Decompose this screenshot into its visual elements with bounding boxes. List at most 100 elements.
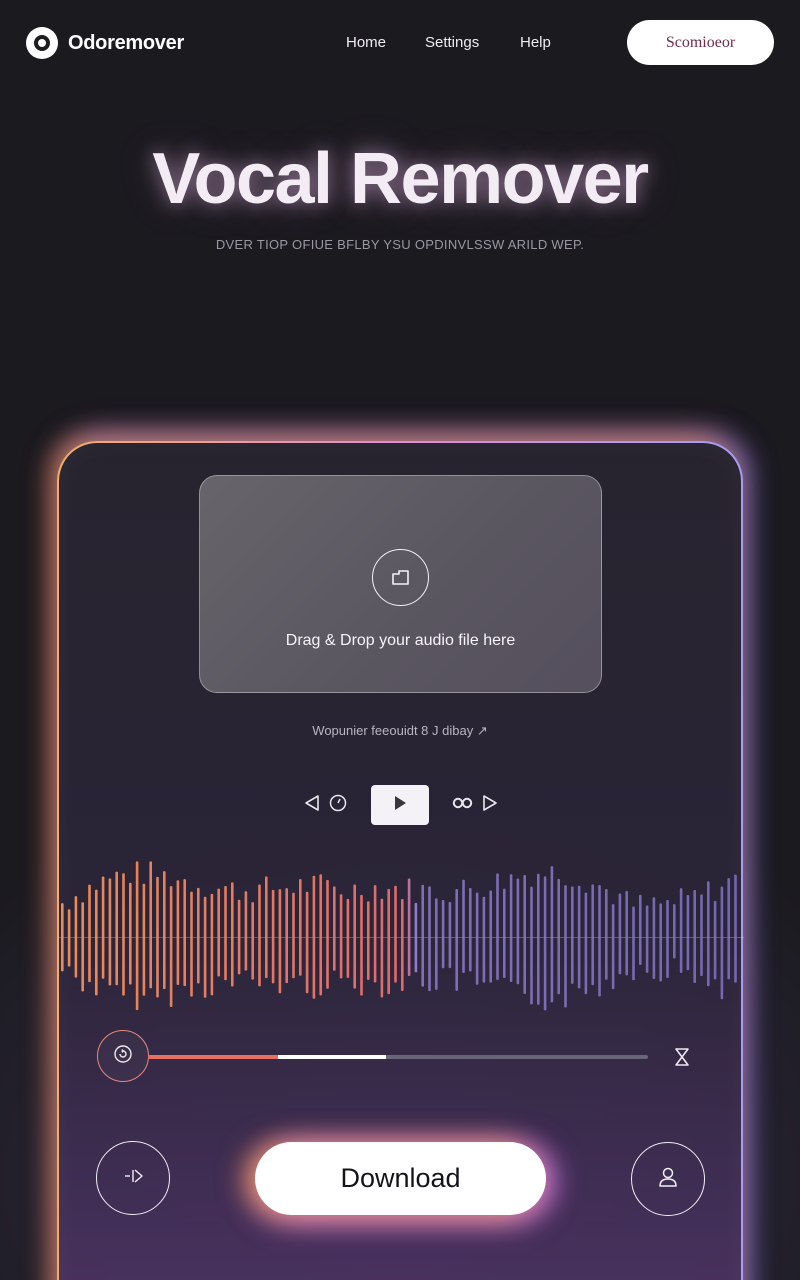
- waveform-bar: [231, 882, 234, 987]
- user-icon: [657, 1165, 679, 1194]
- reset-icon: [113, 1044, 133, 1069]
- waveform-bar: [387, 888, 390, 995]
- waveform-bar: [598, 885, 601, 997]
- waveform-bar: [401, 898, 404, 991]
- split-audio-icon: [122, 1167, 144, 1190]
- waveform-bar: [197, 887, 200, 984]
- waveform-bar: [707, 881, 710, 987]
- waveform-bar: [523, 875, 526, 994]
- waveform-bar: [496, 873, 499, 980]
- rewind-icon[interactable]: [302, 793, 322, 813]
- waveform-bar: [686, 894, 690, 971]
- waveform-bar: [734, 874, 737, 983]
- waveform-bar: [367, 901, 370, 980]
- progress-buffered: [278, 1055, 386, 1059]
- brand-name: Odoremover: [68, 31, 184, 54]
- nav-link-home[interactable]: Home: [346, 34, 386, 51]
- waveform-bar: [713, 900, 717, 980]
- waveform-bar: [210, 893, 214, 996]
- page-subtitle: DVER TIOP OFIUE BFLBY YSU OPDINVLSSW ARI…: [215, 237, 585, 252]
- loop-icon[interactable]: [452, 793, 474, 813]
- folder-icon[interactable]: [372, 549, 429, 606]
- waveform-bar: [693, 890, 696, 984]
- waveform-bar: [122, 873, 125, 996]
- nav-link-help[interactable]: Help: [520, 34, 551, 51]
- waveform-bar: [645, 905, 649, 973]
- waveform-bar: [462, 879, 465, 973]
- waveform-bar: [537, 873, 540, 1005]
- waveform-bar: [441, 899, 445, 969]
- waveform-bar: [659, 903, 662, 982]
- timer-icon[interactable]: [328, 793, 348, 813]
- waveform-bar: [618, 893, 622, 975]
- play-button[interactable]: [371, 785, 429, 825]
- waveform-bar: [360, 894, 363, 996]
- split-audio-button[interactable]: [96, 1141, 170, 1215]
- forward-icon[interactable]: [480, 793, 500, 813]
- waveform-bar: [163, 871, 166, 990]
- waveform-bar: [142, 883, 146, 996]
- waveform-bar: [380, 898, 384, 998]
- audio-waveform[interactable]: [58, 855, 744, 1025]
- waveform-bar: [74, 896, 78, 978]
- waveform-bar: [503, 888, 506, 979]
- waveform-bar: [720, 886, 724, 1000]
- waveform-bar: [312, 875, 316, 999]
- waveform-bar: [394, 885, 397, 983]
- waveform-bar: [373, 885, 377, 983]
- nav-cta-button[interactable]: Scomioeor: [627, 20, 774, 65]
- waveform-bar: [564, 885, 567, 1008]
- waveform-bar: [95, 889, 98, 996]
- waveform-bar: [217, 888, 220, 977]
- waveform-bar: [652, 897, 656, 979]
- waveform-bar: [115, 871, 118, 986]
- waveform-bar: [550, 866, 554, 1003]
- waveform-bar: [183, 879, 186, 987]
- waveform-bar: [169, 886, 173, 1008]
- waveform-bar: [346, 898, 350, 978]
- waveform-bar: [67, 909, 71, 967]
- waveform-bar: [203, 896, 207, 998]
- account-button[interactable]: [631, 1142, 705, 1216]
- waveform-bar: [666, 900, 669, 978]
- waveform-bar: [584, 892, 588, 995]
- waveform-bar: [407, 878, 411, 976]
- waveform-bar: [326, 879, 329, 989]
- brand[interactable]: Odoremover: [26, 27, 184, 59]
- waveform-bar: [571, 886, 574, 984]
- waveform-bar: [176, 880, 180, 985]
- waveform-bar: [149, 861, 152, 989]
- waveform-bar: [700, 894, 703, 977]
- waveform-bar: [285, 888, 288, 984]
- download-button[interactable]: Download: [255, 1142, 546, 1215]
- waveform-bar: [251, 902, 254, 980]
- hourglass-icon[interactable]: [671, 1046, 693, 1068]
- waveform-bar: [611, 904, 615, 990]
- waveform-bar: [101, 876, 105, 979]
- status-text: Wopunier feeouidt 8 J dibay ↗: [312, 723, 488, 738]
- waveform-bar: [88, 884, 91, 983]
- waveform-bar: [190, 891, 193, 997]
- page-title: Vocal Remover: [152, 139, 649, 219]
- waveform-bar: [271, 889, 275, 984]
- upload-dropzone[interactable]: Drag & Drop your audio file here: [199, 475, 602, 693]
- waveform-bar: [543, 876, 547, 1011]
- waveform-bar: [577, 885, 581, 989]
- play-icon: [393, 795, 407, 816]
- nav-link-settings[interactable]: Settings: [425, 34, 479, 51]
- waveform-bar: [305, 891, 309, 994]
- waveform-bar: [292, 892, 295, 979]
- dropzone-label: Drag & Drop your audio file here: [285, 632, 516, 649]
- waveform-bar: [278, 889, 282, 994]
- waveform-bar: [727, 878, 730, 980]
- waveform-bar: [557, 878, 560, 995]
- waveform-bar: [679, 888, 683, 974]
- waveform-bar: [299, 879, 302, 976]
- progress-track[interactable]: [148, 1055, 648, 1059]
- waveform-bar: [428, 886, 431, 992]
- waveform-bar: [414, 902, 418, 973]
- progress-knob[interactable]: [97, 1030, 149, 1082]
- waveform-bar: [421, 884, 424, 987]
- waveform-bar: [516, 878, 520, 985]
- waveform-bar: [265, 876, 268, 979]
